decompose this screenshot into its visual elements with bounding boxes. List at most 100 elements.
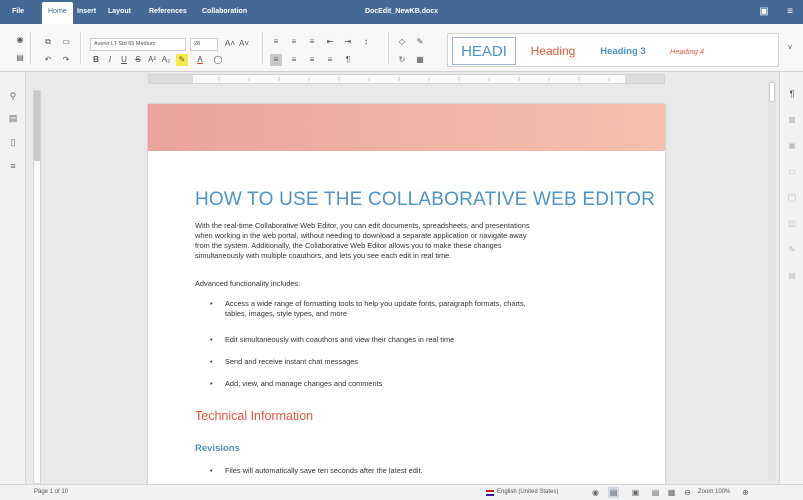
italic-icon[interactable]: I <box>104 54 116 66</box>
intro-line: from the system. Additionally, the Colla… <box>195 241 502 250</box>
document-page[interactable]: HOW TO USE THE COLLABORATIVE WEB EDITOR … <box>148 104 665 488</box>
language-flag-icon <box>486 490 494 496</box>
tab-layout[interactable]: Layout <box>102 0 137 24</box>
subsection-heading: Revisions <box>195 443 240 454</box>
list-item-line: Files will automatically save ten second… <box>225 466 423 475</box>
align-center-icon[interactable]: ≡ <box>288 54 300 66</box>
shading-icon[interactable]: ◯ <box>212 54 224 66</box>
paragraph-marks-icon[interactable]: ¶ <box>342 54 354 66</box>
numbered-list-icon[interactable]: ≡ <box>288 36 300 48</box>
paste-icon[interactable]: ▭ <box>60 36 72 48</box>
strikethrough-icon[interactable]: S <box>132 54 144 66</box>
style-heading-3[interactable]: Heading 3 <box>590 37 656 65</box>
fit-page-icon[interactable]: ▣ <box>630 487 641 498</box>
right-sidebar: ¶ ▦ ▣ ▭ ◯ ◫ ✎ ▤ <box>779 72 803 484</box>
signature-settings-icon[interactable]: ▤ <box>786 270 798 282</box>
vertical-scrollbar[interactable] <box>768 80 776 480</box>
left-sidebar: ⚲ ▤ ▯ ≡ <box>0 72 26 484</box>
style-heading-2[interactable]: Heading <box>522 37 584 65</box>
style-heading-2-label: Heading <box>530 44 576 58</box>
page-indicator[interactable]: Page 1 of 10 <box>34 485 68 500</box>
decrease-font-icon[interactable]: A˅ <box>238 38 250 50</box>
copy-style-icon[interactable]: ✎ <box>414 36 426 48</box>
list-item-line: tables, images, style types, and more <box>225 309 348 318</box>
change-case-icon[interactable]: ↻ <box>396 54 408 66</box>
list-item: Add, view, and manage changes and commen… <box>225 379 615 389</box>
status-bar: Page 1 of 10 English (United States) ◉ ▤… <box>0 484 803 500</box>
navigation-icon[interactable]: ≡ <box>7 160 19 172</box>
style-heading-1-label: HEADI <box>461 42 507 60</box>
bullet-marker: • <box>210 335 213 344</box>
paragraph-settings-icon[interactable]: ¶ <box>786 88 798 100</box>
document-title-heading: HOW TO USE THE COLLABORATIVE WEB EDITOR <box>195 189 656 210</box>
multilevel-list-icon[interactable]: ≡ <box>306 36 318 48</box>
align-left-icon[interactable]: ≡ <box>270 54 282 66</box>
superscript-icon[interactable]: A² <box>146 54 158 66</box>
style-heading-1[interactable]: HEADI <box>452 37 516 65</box>
redo-icon[interactable]: ↷ <box>60 54 72 66</box>
font-size-select[interactable]: 28 <box>190 38 218 51</box>
fit-width-icon[interactable]: ▤ <box>650 487 661 498</box>
intro-line: With the real-time Collaborative Web Edi… <box>195 221 530 230</box>
list-item-line: Send and receive instant chat messages <box>225 357 359 366</box>
styles-gallery: HEADI Heading Heading 3 Heading 4 <box>447 33 779 67</box>
justify-icon[interactable]: ≡ <box>324 54 336 66</box>
list-item: Files will automatically save ten second… <box>225 466 615 476</box>
scrollbar-thumb[interactable] <box>769 82 775 102</box>
list-item: Send and receive instant chat messages <box>225 357 615 367</box>
search-icon[interactable]: ⚲ <box>7 90 19 102</box>
text-art-settings-icon[interactable]: ✎ <box>786 244 798 256</box>
underline-icon[interactable]: U <box>118 54 130 66</box>
language-selector[interactable]: English (United States) <box>497 485 558 500</box>
align-right-icon[interactable]: ≡ <box>306 54 318 66</box>
list-item: Access a wide range of formatting tools … <box>225 299 615 319</box>
view-mode-icon[interactable]: ▦ <box>666 487 677 498</box>
styles-expand-icon[interactable]: ˅ <box>784 42 796 54</box>
print-preview-icon[interactable]: ◉ <box>14 34 26 46</box>
font-color-icon[interactable]: A <box>194 54 206 66</box>
list-item: Edit simultaneously with coauthors and v… <box>225 335 615 345</box>
table-settings-icon[interactable]: ▦ <box>786 114 798 126</box>
increase-font-icon[interactable]: A˄ <box>224 38 236 50</box>
track-changes-icon[interactable]: ▤ <box>608 487 619 498</box>
window-icon[interactable]: ▣ <box>758 6 770 18</box>
save-icon[interactable]: ▤ <box>14 52 26 64</box>
clear-formatting-icon[interactable]: ◇ <box>396 36 408 48</box>
tab-home[interactable]: Home <box>42 2 73 24</box>
tab-file[interactable]: File <box>6 0 30 24</box>
image-settings-icon[interactable]: ▣ <box>786 140 798 152</box>
bullet-list-icon[interactable]: ≡ <box>270 36 282 48</box>
bold-icon[interactable]: B <box>90 54 102 66</box>
list-item-line: Access a wide range of formatting tools … <box>225 299 526 308</box>
features-intro: Advanced functionality includes: <box>195 279 301 288</box>
shape-settings-icon[interactable]: ◯ <box>786 192 798 204</box>
tab-insert[interactable]: Insert <box>71 0 102 24</box>
subscript-icon[interactable]: A₂ <box>160 54 172 66</box>
tab-references[interactable]: References <box>143 0 193 24</box>
spellcheck-icon[interactable]: ◉ <box>590 487 601 498</box>
increase-indent-icon[interactable]: ⇥ <box>342 36 354 48</box>
bullet-marker: • <box>210 299 213 308</box>
comments-icon[interactable]: ▤ <box>7 112 19 124</box>
zoom-out-icon[interactable]: ⊖ <box>682 487 693 498</box>
chat-icon[interactable]: ▯ <box>7 136 19 148</box>
font-family-select[interactable]: Avenir LT Std 65 Medium <box>90 38 186 51</box>
copy-icon[interactable]: ⧉ <box>42 36 54 48</box>
header-footer-settings-icon[interactable]: ▭ <box>786 166 798 178</box>
line-spacing-icon[interactable]: ↕ <box>360 36 372 48</box>
intro-line: when working in the web portal, without … <box>195 231 527 240</box>
decrease-indent-icon[interactable]: ⇤ <box>324 36 336 48</box>
bullet-marker: • <box>210 357 213 366</box>
list-item-line: Add, view, and manage changes and commen… <box>225 379 383 388</box>
style-heading-3-label: Heading 3 <box>600 45 646 57</box>
hamburger-menu-icon[interactable]: ≡ <box>784 6 796 18</box>
highlight-color-icon[interactable]: ✎ <box>176 54 188 66</box>
horizontal-ruler <box>148 74 665 84</box>
insert-table-icon[interactable]: ▦ <box>414 54 426 66</box>
tab-collaboration[interactable]: Collaboration <box>196 0 253 24</box>
chart-settings-icon[interactable]: ◫ <box>786 218 798 230</box>
style-heading-4[interactable]: Heading 4 <box>660 37 714 65</box>
section-heading: Technical Information <box>195 409 314 423</box>
zoom-in-icon[interactable]: ⊕ <box>740 487 751 498</box>
undo-icon[interactable]: ↶ <box>42 54 54 66</box>
